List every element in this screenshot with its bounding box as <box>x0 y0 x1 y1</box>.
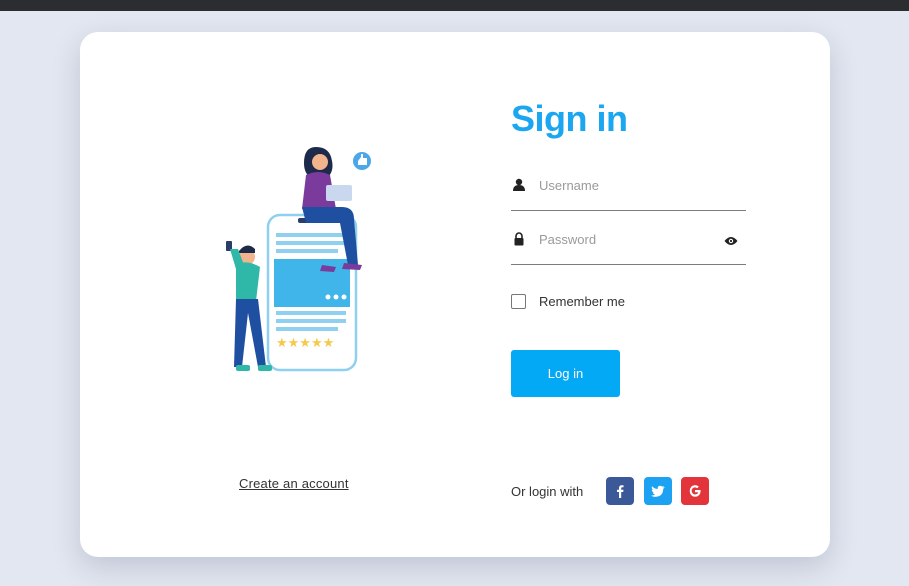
social-login-label: Or login with <box>511 484 584 499</box>
facebook-icon <box>617 485 624 498</box>
lock-icon <box>514 232 524 246</box>
facebook-login-button[interactable] <box>606 477 634 505</box>
remember-me-label[interactable]: Remember me <box>539 294 625 309</box>
password-input[interactable] <box>539 227 719 251</box>
password-field[interactable] <box>511 224 746 265</box>
page-title: Sign in <box>511 98 628 139</box>
show-password-icon[interactable] <box>724 236 738 246</box>
remember-me-checkbox[interactable] <box>511 294 526 309</box>
google-login-button[interactable] <box>681 477 709 505</box>
twitter-icon <box>651 485 665 497</box>
people-phone-illustration: ★★★★★ <box>226 147 371 372</box>
create-account-link[interactable]: Create an account <box>239 476 349 491</box>
google-icon <box>689 485 701 497</box>
svg-text:★★★★★: ★★★★★ <box>276 336 334 351</box>
signin-card: ★★★★★ Create an account Sign in Username… <box>80 32 830 557</box>
browser-top-bar <box>0 0 909 11</box>
username-input[interactable] <box>539 173 719 197</box>
login-button[interactable]: Log in <box>511 350 620 397</box>
username-field[interactable] <box>511 170 746 211</box>
user-icon <box>513 178 525 191</box>
twitter-login-button[interactable] <box>644 477 672 505</box>
